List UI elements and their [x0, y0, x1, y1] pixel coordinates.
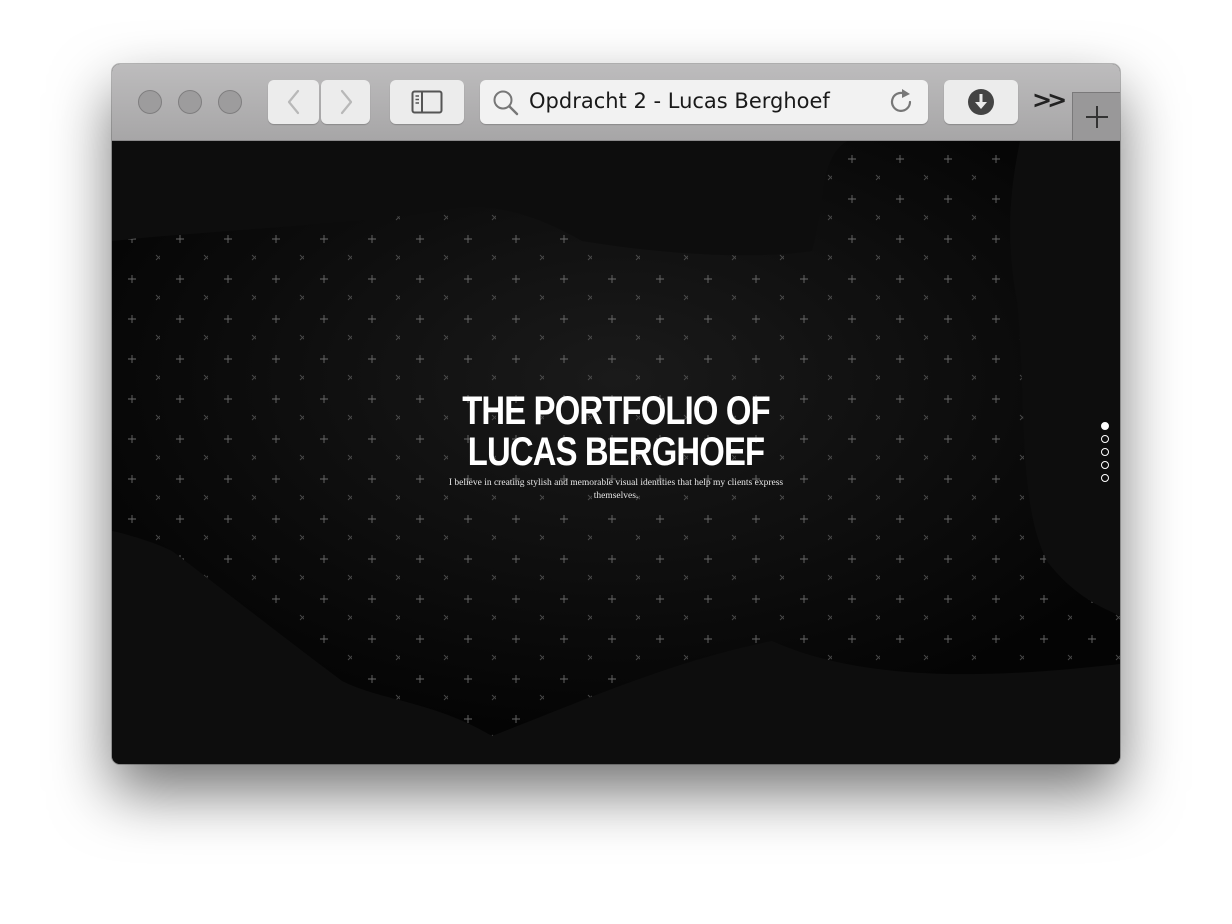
download-icon	[968, 89, 994, 115]
sidebar-button[interactable]	[390, 80, 464, 124]
back-button[interactable]	[268, 80, 319, 124]
zoom-window-button[interactable]	[218, 90, 242, 114]
search-icon	[493, 90, 519, 116]
page-content: THE PORTFOLIO OF LUCAS BERGHOEF I believ…	[112, 141, 1120, 764]
toolbar-overflow-button[interactable]: >>	[1032, 86, 1067, 114]
forward-icon	[340, 89, 352, 115]
nav-dot-2[interactable]	[1101, 435, 1109, 443]
browser-window: Opdracht 2 - Lucas Berghoef >> THE PORTF…	[112, 64, 1120, 764]
hero-title-line1: THE PORTFOLIO OF	[462, 389, 770, 433]
downloads-button[interactable]	[944, 80, 1018, 124]
plus-icon	[1085, 105, 1108, 128]
hero-title: THE PORTFOLIO OF LUCAS BERGHOEF	[203, 391, 1030, 473]
forward-button[interactable]	[321, 80, 370, 124]
nav-dot-1[interactable]	[1101, 422, 1109, 430]
close-window-button[interactable]	[138, 90, 162, 114]
new-tab-button[interactable]	[1072, 92, 1120, 140]
section-nav-dots	[1101, 422, 1111, 487]
minimize-window-button[interactable]	[178, 90, 202, 114]
back-icon	[287, 89, 299, 115]
address-text: Opdracht 2 - Lucas Berghoef	[529, 89, 830, 113]
sidebar-icon	[411, 90, 443, 114]
nav-dot-5[interactable]	[1101, 474, 1109, 482]
browser-toolbar: Opdracht 2 - Lucas Berghoef >>	[112, 64, 1120, 141]
hero-section: THE PORTFOLIO OF LUCAS BERGHOEF I believ…	[112, 391, 1120, 503]
address-bar[interactable]: Opdracht 2 - Lucas Berghoef	[480, 80, 928, 124]
nav-dot-3[interactable]	[1101, 448, 1109, 456]
hero-subtitle: I believe in creating stylish and memora…	[448, 478, 784, 501]
nav-dot-4[interactable]	[1101, 461, 1109, 469]
reload-icon[interactable]	[888, 88, 916, 116]
hero-title-line2: LUCAS BERGHOEF	[467, 430, 765, 474]
